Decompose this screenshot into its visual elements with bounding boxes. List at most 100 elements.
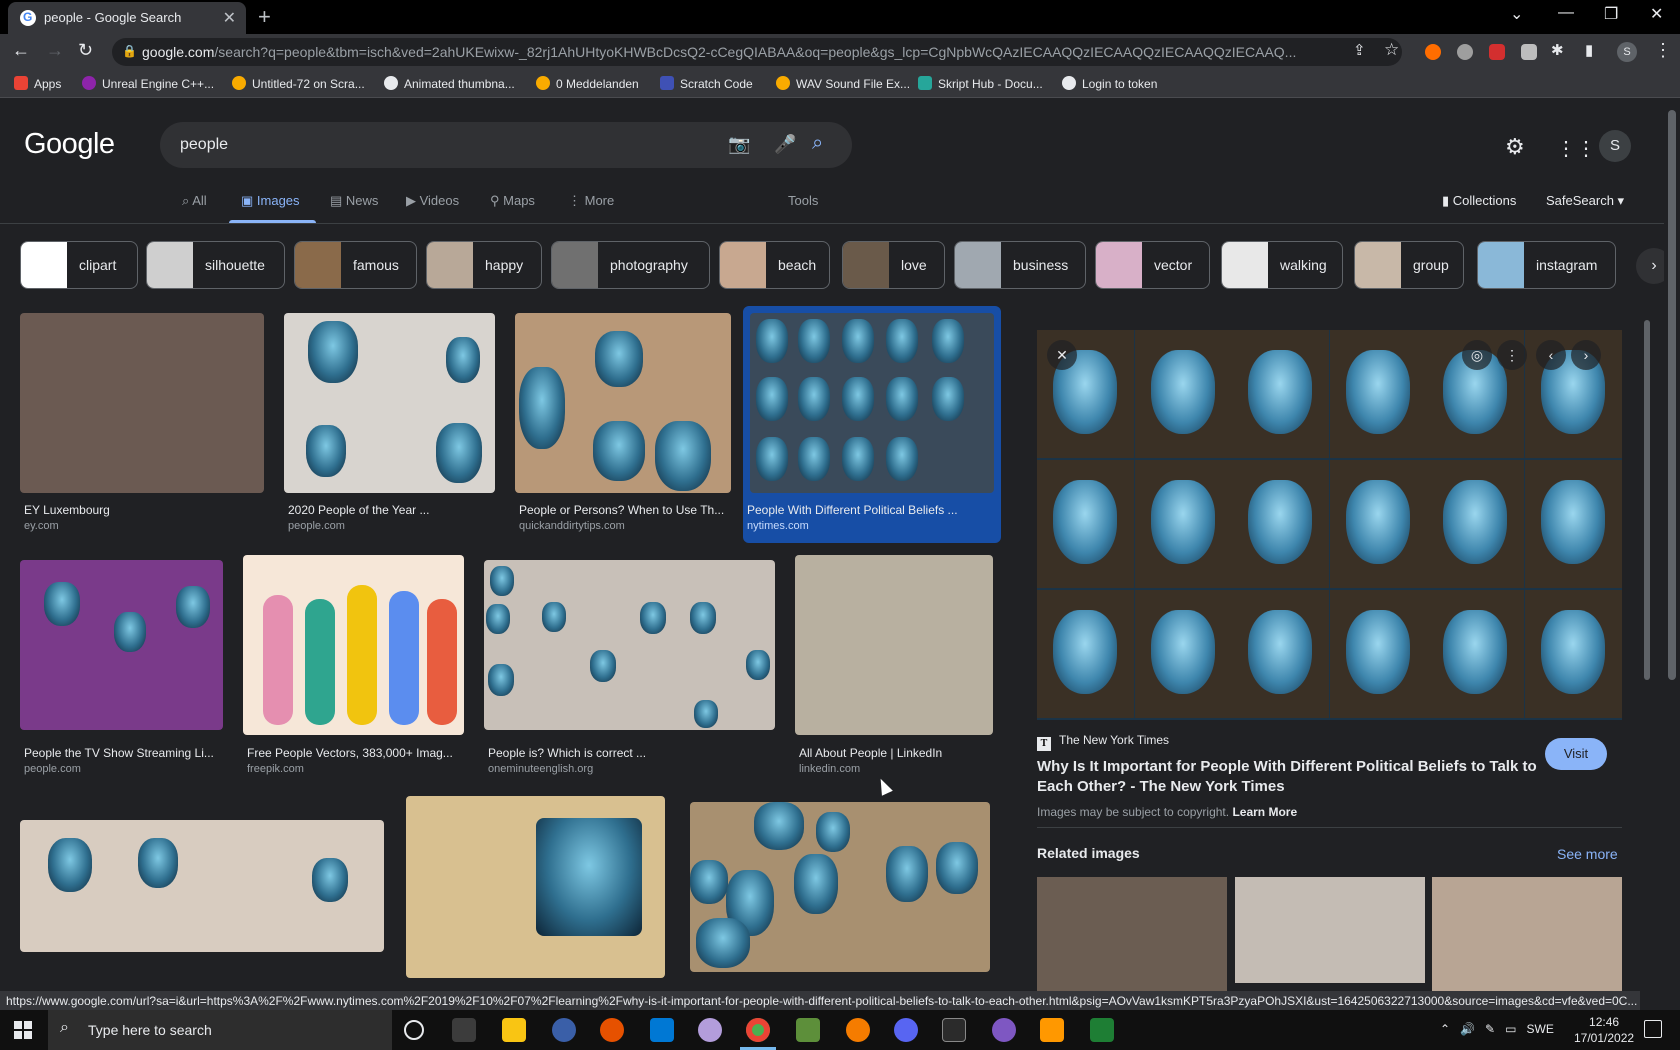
result-image[interactable] [515, 313, 731, 493]
new-tab-icon[interactable]: + [258, 4, 271, 30]
reload-icon[interactable]: ↻ [78, 40, 93, 61]
result-tile[interactable]: All About People | LinkedIn linkedin.com [795, 555, 993, 775]
search-input[interactable]: people 📷 🎤 ⌕ [160, 122, 852, 168]
share-icon[interactable]: ⇪ [1353, 41, 1366, 59]
chip-walking[interactable]: walking [1221, 241, 1343, 289]
tab-search-icon[interactable]: ⌄ [1510, 4, 1523, 24]
scrollbar-thumb[interactable] [1668, 110, 1676, 680]
camera-icon[interactable]: 📷 [728, 134, 750, 155]
result-tile[interactable] [690, 802, 990, 972]
result-source[interactable]: quickanddirtytips.com [519, 520, 625, 532]
app-icon[interactable] [698, 1018, 722, 1042]
chip-business[interactable]: business [954, 241, 1086, 289]
close-window-icon[interactable]: ✕ [1650, 4, 1663, 24]
page-scrollbar[interactable] [1664, 100, 1680, 995]
result-tile[interactable]: People the TV Show Streaming Li... peopl… [20, 560, 223, 775]
app-icon[interactable] [552, 1018, 576, 1042]
result-tile[interactable]: People is? Which is correct ... oneminut… [484, 560, 775, 775]
restore-icon[interactable]: ❐ [1604, 4, 1618, 24]
lens-icon[interactable]: ◎ [1462, 340, 1492, 370]
bookmark-item[interactable]: 0 Meddelanden [536, 76, 639, 91]
result-image[interactable] [406, 796, 665, 978]
chip-famous[interactable]: famous [294, 241, 417, 289]
result-source[interactable]: nytimes.com [747, 520, 809, 532]
bookmark-item[interactable]: Animated thumbna... [384, 76, 515, 91]
search-icon[interactable]: ⌕ [812, 132, 823, 155]
back-icon[interactable]: ← [12, 40, 30, 61]
sublime-icon[interactable] [1040, 1018, 1064, 1042]
result-source[interactable]: people.com [288, 520, 345, 532]
result-image[interactable] [284, 313, 495, 493]
close-tab-icon[interactable]: ✕ [223, 8, 236, 28]
bookmark-star-icon[interactable]: ☆ [1384, 40, 1399, 60]
cortana-icon[interactable] [404, 1020, 424, 1040]
shield-extension-icon[interactable] [1521, 44, 1537, 60]
avatar[interactable]: S [1599, 130, 1631, 162]
chip-clipart[interactable]: clipart [20, 241, 138, 289]
related-image[interactable] [1235, 877, 1425, 983]
terminal-icon[interactable] [942, 1018, 966, 1042]
bookmark-item[interactable]: Skript Hub - Docu... [918, 76, 1043, 91]
close-icon[interactable]: ✕ [1047, 340, 1077, 370]
tab-more[interactable]: ⋮ More [568, 193, 614, 209]
result-tile[interactable]: 2020 People of the Year ... people.com [284, 313, 495, 533]
minimize-icon[interactable]: — [1558, 4, 1574, 22]
microphone-icon[interactable]: 🎤 [774, 134, 796, 155]
bookmark-item[interactable]: Untitled-72 on Scra... [232, 76, 365, 91]
collections-button[interactable]: ▮ Collections [1442, 193, 1516, 209]
chrome-icon[interactable] [746, 1018, 770, 1042]
file-explorer-icon[interactable] [502, 1018, 526, 1042]
result-caption[interactable]: People the TV Show Streaming Li... [24, 746, 214, 760]
result-source[interactable]: ey.com [24, 520, 59, 532]
profile-avatar[interactable]: S [1617, 42, 1637, 62]
extension-icon[interactable] [1457, 44, 1473, 60]
result-source[interactable]: linkedin.com [799, 763, 860, 775]
result-image[interactable] [484, 560, 775, 730]
result-tile[interactable]: People or Persons? When to Use Th... qui… [515, 313, 731, 533]
see-more-link[interactable]: See more [1557, 846, 1618, 862]
chip-happy[interactable]: happy [426, 241, 542, 289]
google-logo[interactable]: Google [24, 128, 115, 161]
result-image[interactable] [20, 820, 384, 952]
result-source[interactable]: people.com [24, 763, 81, 775]
tab-images[interactable]: ▣ Images [241, 193, 300, 209]
safesearch-button[interactable]: SafeSearch ▾ [1546, 193, 1624, 209]
result-source[interactable]: freepik.com [247, 763, 304, 775]
preview-title[interactable]: Why Is It Important for People With Diff… [1037, 757, 1537, 797]
learn-more-link[interactable]: Learn More [1232, 805, 1297, 819]
chip-photography[interactable]: photography [551, 241, 710, 289]
extension-icon[interactable] [1489, 44, 1505, 60]
taskbar-search-input[interactable]: ⌕ Type here to search [48, 1010, 392, 1050]
chrome-menu-icon[interactable]: ⋮ [1654, 40, 1672, 61]
puzzle-extensions-icon[interactable]: ✱ [1551, 41, 1564, 59]
preview-image[interactable] [1037, 330, 1622, 720]
bookmark-item[interactable]: WAV Sound File Ex... [776, 76, 910, 91]
bookmark-item[interactable]: Scratch Code [660, 76, 753, 91]
visit-button[interactable]: Visit [1545, 738, 1607, 770]
bookmark-apps[interactable]: Apps [14, 76, 61, 91]
result-tile-selected[interactable]: People With Different Political Beliefs … [743, 306, 1001, 543]
windows-start-icon[interactable] [14, 1021, 32, 1039]
forward-icon[interactable]: → [46, 40, 64, 61]
speaker-icon[interactable]: 🔊 [1460, 1022, 1475, 1036]
chevron-up-icon[interactable]: ⌃ [1440, 1022, 1450, 1036]
task-view-icon[interactable] [452, 1018, 476, 1042]
result-caption[interactable]: People or Persons? When to Use Th... [519, 503, 724, 517]
result-tile[interactable] [406, 796, 665, 978]
app-icon[interactable] [600, 1018, 624, 1042]
side-panel-icon[interactable]: ▮ [1585, 41, 1593, 59]
result-image[interactable] [750, 313, 994, 493]
result-tile[interactable]: Free People Vectors, 383,000+ Imag... fr… [243, 555, 464, 775]
notifications-icon[interactable] [1644, 1020, 1662, 1038]
store-icon[interactable] [650, 1018, 674, 1042]
result-caption[interactable]: 2020 People of the Year ... [288, 503, 429, 517]
extension-icon[interactable] [1425, 44, 1441, 60]
tab-maps[interactable]: ⚲ Maps [490, 193, 535, 209]
tab-news[interactable]: ▤ News [330, 193, 378, 209]
bookmark-item[interactable]: Unreal Engine C++... [82, 76, 214, 91]
related-image[interactable] [1432, 877, 1622, 995]
result-tile[interactable]: EY Luxembourg ey.com [20, 313, 264, 533]
more-options-icon[interactable]: ⋮ [1497, 340, 1527, 370]
result-source[interactable]: oneminuteenglish.org [488, 763, 593, 775]
result-image[interactable] [20, 313, 264, 493]
